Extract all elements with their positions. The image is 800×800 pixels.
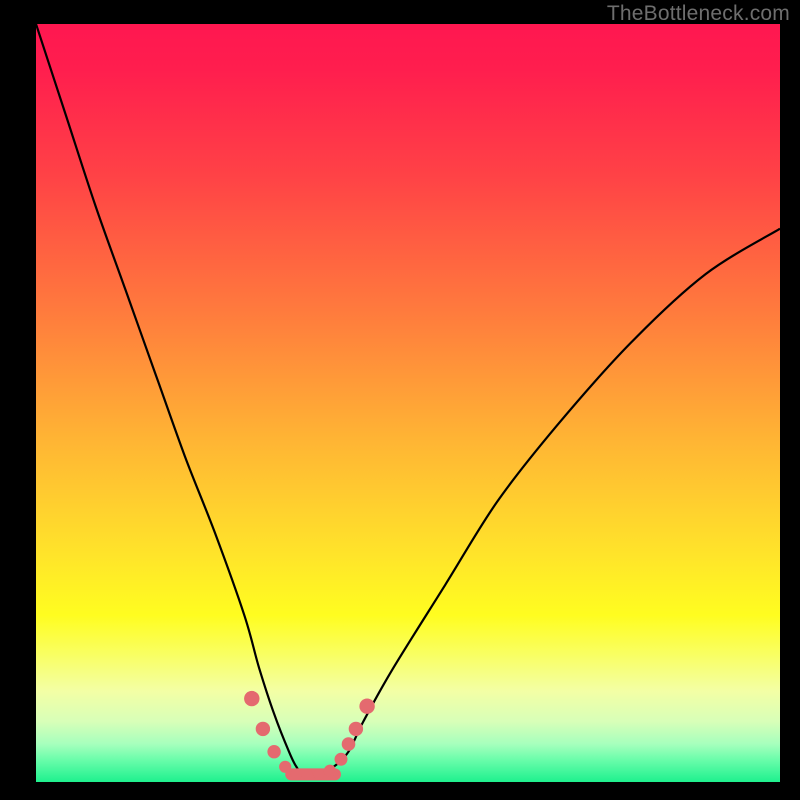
marker-dot [256,722,270,736]
marker-dot [349,722,363,736]
marker-dot [279,761,291,773]
watermark-text: TheBottleneck.com [607,2,790,26]
marker-dot [244,691,259,706]
marker-dot [324,765,336,777]
bottleneck-curve [36,24,780,775]
marker-dot [291,769,302,780]
curve-svg [36,24,780,782]
marker-dot [342,737,356,751]
plot-area [36,24,780,782]
marker-dot [267,745,280,758]
marker-dot [313,769,324,780]
highlighted-points [244,691,375,781]
marker-dot [303,769,313,779]
marker-dot [359,699,374,714]
marker-dot [335,753,348,766]
chart-frame: TheBottleneck.com [0,0,800,800]
